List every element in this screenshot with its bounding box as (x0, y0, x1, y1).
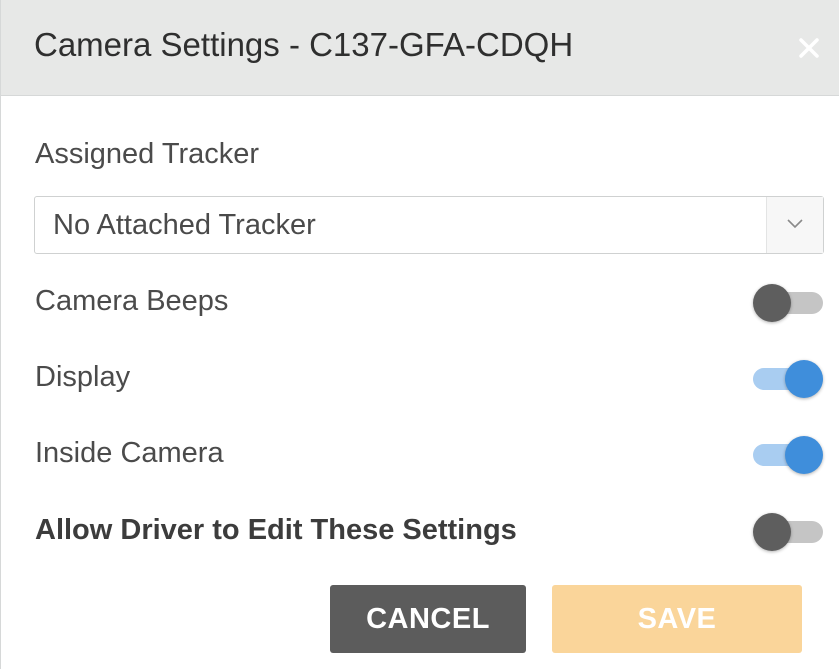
camera-beeps-toggle[interactable] (753, 284, 823, 322)
camera-beeps-label: Camera Beeps (35, 285, 229, 317)
inside-camera-label: Inside Camera (35, 437, 224, 469)
setting-row-camera-beeps: Camera Beeps (35, 277, 825, 327)
close-button[interactable] (791, 30, 827, 66)
setting-row-allow-driver-edit: Allow Driver to Edit These Settings (35, 506, 825, 556)
camera-settings-dialog: Camera Settings - C137-GFA-CDQH Assigned… (0, 0, 839, 669)
inside-camera-toggle[interactable] (753, 436, 823, 474)
dialog-title: Camera Settings - C137-GFA-CDQH (34, 26, 574, 63)
cancel-button[interactable]: CANCEL (330, 585, 526, 653)
chevron-down-icon (787, 219, 803, 229)
setting-row-display: Display (35, 353, 825, 403)
save-button[interactable]: SAVE (552, 585, 802, 653)
toggle-knob (785, 360, 823, 398)
allow-driver-edit-toggle[interactable] (753, 513, 823, 551)
toggle-knob (753, 513, 791, 551)
dialog-header: Camera Settings - C137-GFA-CDQH (1, 0, 839, 96)
select-dropdown-toggle[interactable] (766, 197, 823, 253)
display-toggle[interactable] (753, 360, 823, 398)
display-label: Display (35, 361, 131, 393)
allow-driver-edit-label: Allow Driver to Edit These Settings (35, 514, 517, 546)
setting-row-inside-camera: Inside Camera (35, 429, 825, 479)
toggle-knob (785, 436, 823, 474)
assigned-tracker-value: No Attached Tracker (53, 209, 316, 241)
toggle-knob (753, 284, 791, 322)
close-icon (799, 38, 819, 58)
assigned-tracker-label: Assigned Tracker (35, 138, 260, 170)
assigned-tracker-select[interactable]: No Attached Tracker (34, 196, 824, 254)
